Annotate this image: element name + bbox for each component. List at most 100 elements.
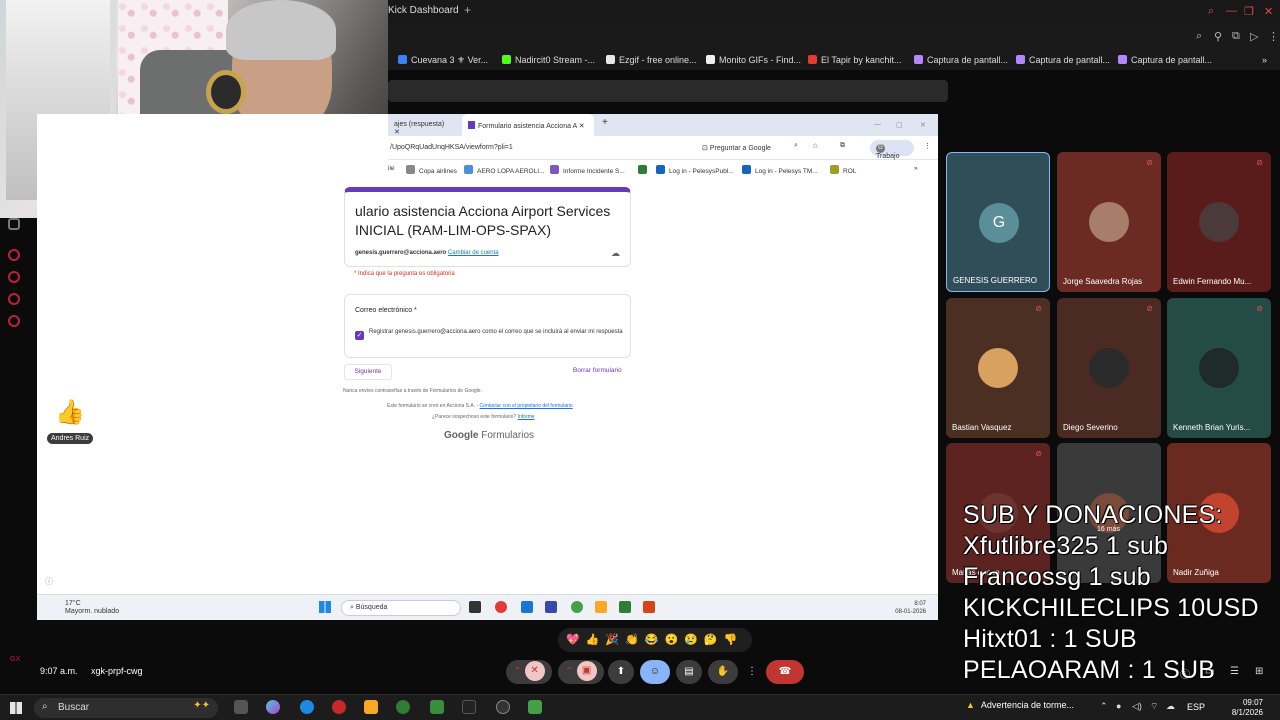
mic-icon[interactable]: ● bbox=[1116, 701, 1121, 711]
search-tabs-icon[interactable]: ⌕ bbox=[1208, 5, 1214, 18]
captions-button[interactable]: ▤ bbox=[676, 660, 702, 684]
outer-bookmark-item[interactable]: Captura de pantall... bbox=[914, 55, 1008, 65]
more-bookmarks-icon[interactable]: » bbox=[1262, 55, 1267, 65]
maximize-icon[interactable]: ❐ bbox=[1244, 5, 1254, 18]
people-icon[interactable]: ☰ bbox=[1230, 666, 1239, 677]
more-bookmarks-icon[interactable]: » bbox=[914, 165, 918, 172]
leave-call-button[interactable]: ☎ bbox=[766, 660, 804, 684]
zoom-icon[interactable]: ⌕ bbox=[794, 142, 798, 150]
close-window-icon[interactable]: ✕ bbox=[1264, 5, 1273, 18]
settings-icon[interactable] bbox=[8, 315, 20, 327]
address-bar[interactable]: /UpoQRqUadUnqHKSA/viewform?pli=1 bbox=[390, 144, 513, 151]
outer-bookmark-item[interactable]: Nadircit0 Stream -... bbox=[502, 55, 595, 65]
app-icon[interactable] bbox=[521, 601, 533, 613]
emoji-reactions-button[interactable]: ☺ bbox=[640, 660, 670, 684]
bookmark-item[interactable]: Log in - Pelesys TM... bbox=[742, 165, 818, 175]
camera-toggle-button[interactable]: ⌃ ▣ bbox=[558, 660, 604, 684]
zoom-icon[interactable]: ⌕ bbox=[1196, 30, 1202, 43]
cloud-icon[interactable]: ☁ bbox=[1166, 701, 1175, 712]
copilot-icon[interactable] bbox=[266, 700, 280, 714]
participant-tile[interactable]: ⊘ Edwin Fernando Mu... bbox=[1167, 152, 1271, 292]
inner-search-box[interactable]: ⌕ Búsqueda bbox=[341, 600, 461, 616]
opera-gx-icon[interactable] bbox=[332, 700, 346, 714]
app-icon[interactable] bbox=[545, 601, 557, 613]
contact-owner-link[interactable]: Contactar con el propietario del formula… bbox=[480, 403, 573, 409]
tab-responses[interactable]: ajes (respuesta) ✕ bbox=[388, 114, 458, 136]
outer-bookmark-item[interactable]: Captura de pantall... bbox=[1118, 55, 1212, 65]
discord-icon[interactable] bbox=[8, 218, 20, 230]
participant-tile[interactable]: ⊘ Jorge Saavedra Rojas bbox=[1057, 152, 1161, 292]
epic-games-icon[interactable] bbox=[462, 700, 476, 714]
edge-icon[interactable] bbox=[300, 700, 314, 714]
star-icon[interactable]: ☆ bbox=[812, 142, 818, 150]
record-email-checkbox[interactable]: ✓ bbox=[355, 331, 364, 340]
new-tab-button[interactable]: + bbox=[596, 114, 614, 136]
app-icon[interactable] bbox=[430, 700, 444, 714]
outer-bookmark-item[interactable]: El Tapir by kanchit... bbox=[808, 55, 901, 65]
clear-form-button[interactable]: Borrar formulario bbox=[573, 367, 622, 374]
task-view-icon[interactable] bbox=[469, 601, 481, 613]
bookmark-item[interactable] bbox=[638, 165, 651, 175]
next-button[interactable]: Siguiente bbox=[344, 364, 392, 380]
participant-tile[interactable]: G GENESIS GUERRERO bbox=[946, 152, 1050, 292]
minimize-icon[interactable]: — bbox=[1226, 5, 1237, 17]
maximize-icon[interactable]: ▢ bbox=[890, 114, 909, 136]
excel-icon[interactable] bbox=[619, 601, 631, 613]
menu-icon[interactable]: ⋮ bbox=[1268, 30, 1279, 43]
bookmark-item[interactable]: AERO LOPA AEROLI... bbox=[464, 165, 544, 175]
tab-form[interactable]: Formulario asistencia Acciona A ✕ bbox=[462, 114, 594, 136]
ask-google-button[interactable]: ⊡ Preguntar a Google bbox=[702, 144, 771, 152]
chevron-up-icon[interactable]: ⌃ bbox=[1100, 701, 1108, 712]
outer-bookmark-item[interactable]: Ezgif - free online... bbox=[606, 55, 697, 65]
sidebar-circle-icon[interactable] bbox=[8, 249, 20, 261]
raise-hand-button[interactable]: ✋ bbox=[708, 660, 738, 684]
chat-icon[interactable]: ▭ bbox=[1205, 666, 1214, 677]
app-icon[interactable] bbox=[528, 700, 542, 714]
app-icon[interactable] bbox=[396, 700, 410, 714]
powerpoint-icon[interactable] bbox=[643, 601, 655, 613]
close-window-icon[interactable]: ✕ bbox=[914, 114, 932, 136]
pin-icon[interactable]: ⚲ bbox=[1214, 30, 1222, 43]
participant-tile[interactable]: ⊘ Diego Severino bbox=[1057, 298, 1161, 438]
taskbar-search[interactable]: ⌕ Buscar ✦✦ bbox=[34, 698, 218, 718]
windows-start-icon[interactable] bbox=[10, 702, 22, 714]
reactions-bar[interactable]: 💖👍🎉👏😂😮😢🤔👎 bbox=[558, 628, 752, 652]
outer-bookmark-item[interactable]: Captura de pantall... bbox=[1016, 55, 1110, 65]
share-icon[interactable]: ⧉ bbox=[1232, 30, 1240, 43]
bookmark-item[interactable]: Log in - PelesysPubl... bbox=[656, 165, 734, 175]
chrome-icon[interactable] bbox=[571, 601, 583, 613]
mic-toggle-button[interactable]: ⌃ ✕ bbox=[506, 660, 552, 684]
activities-icon[interactable]: ⊞ bbox=[1255, 666, 1263, 677]
weather-widget[interactable]: 17°C Mayorm. nublado bbox=[65, 600, 119, 616]
wifi-icon[interactable]: ⌔ bbox=[1150, 701, 1158, 712]
play-icon[interactable]: ▷ bbox=[1250, 30, 1258, 43]
bookmark-item[interactable]: ROL bbox=[830, 165, 856, 175]
close-tab-icon[interactable]: ✕ bbox=[579, 123, 585, 130]
folder-icon[interactable] bbox=[595, 601, 607, 613]
bookmark-item[interactable]: Informe Incidente S... bbox=[550, 165, 625, 175]
outer-bookmark-item[interactable]: Monito GIFs - Find... bbox=[706, 55, 801, 65]
minimize-icon[interactable]: — bbox=[868, 114, 887, 136]
participant-tile[interactable]: ⊘ Bastian Vasquez bbox=[946, 298, 1050, 438]
language-indicator[interactable]: ESP bbox=[1187, 702, 1205, 712]
obs-icon[interactable] bbox=[496, 700, 510, 714]
bookmark-item[interactable]: ile bbox=[388, 165, 395, 172]
weather-warning[interactable]: ▲ Advertencia de torme... bbox=[966, 700, 1074, 710]
close-tab-icon[interactable]: ✕ bbox=[394, 129, 400, 136]
bookmark-item[interactable]: Copa airlines bbox=[406, 165, 457, 175]
clock-icon[interactable] bbox=[8, 271, 20, 283]
menu-icon[interactable]: ⋮ bbox=[924, 142, 931, 150]
sidebar-shield-icon[interactable] bbox=[8, 293, 20, 305]
task-view-icon[interactable] bbox=[234, 700, 248, 714]
chrome-icon[interactable] bbox=[495, 601, 507, 613]
volume-icon[interactable]: ◁) bbox=[1132, 701, 1142, 712]
system-clock[interactable]: 09:07 8/1/2026 bbox=[1207, 698, 1263, 718]
participant-tile[interactable]: ⊘ Kenneth Brian Yuris... bbox=[1167, 298, 1271, 438]
new-tab-button[interactable]: + bbox=[464, 3, 471, 17]
present-button[interactable]: ⬆ bbox=[608, 660, 634, 684]
report-link[interactable]: Informe bbox=[518, 414, 535, 420]
extensions-icon[interactable]: ⧉ bbox=[840, 142, 845, 150]
outer-address-bar[interactable] bbox=[388, 80, 948, 102]
info-icon[interactable]: ⓘ bbox=[1180, 666, 1190, 681]
profile-chip[interactable]: GTrabajo bbox=[870, 140, 914, 160]
